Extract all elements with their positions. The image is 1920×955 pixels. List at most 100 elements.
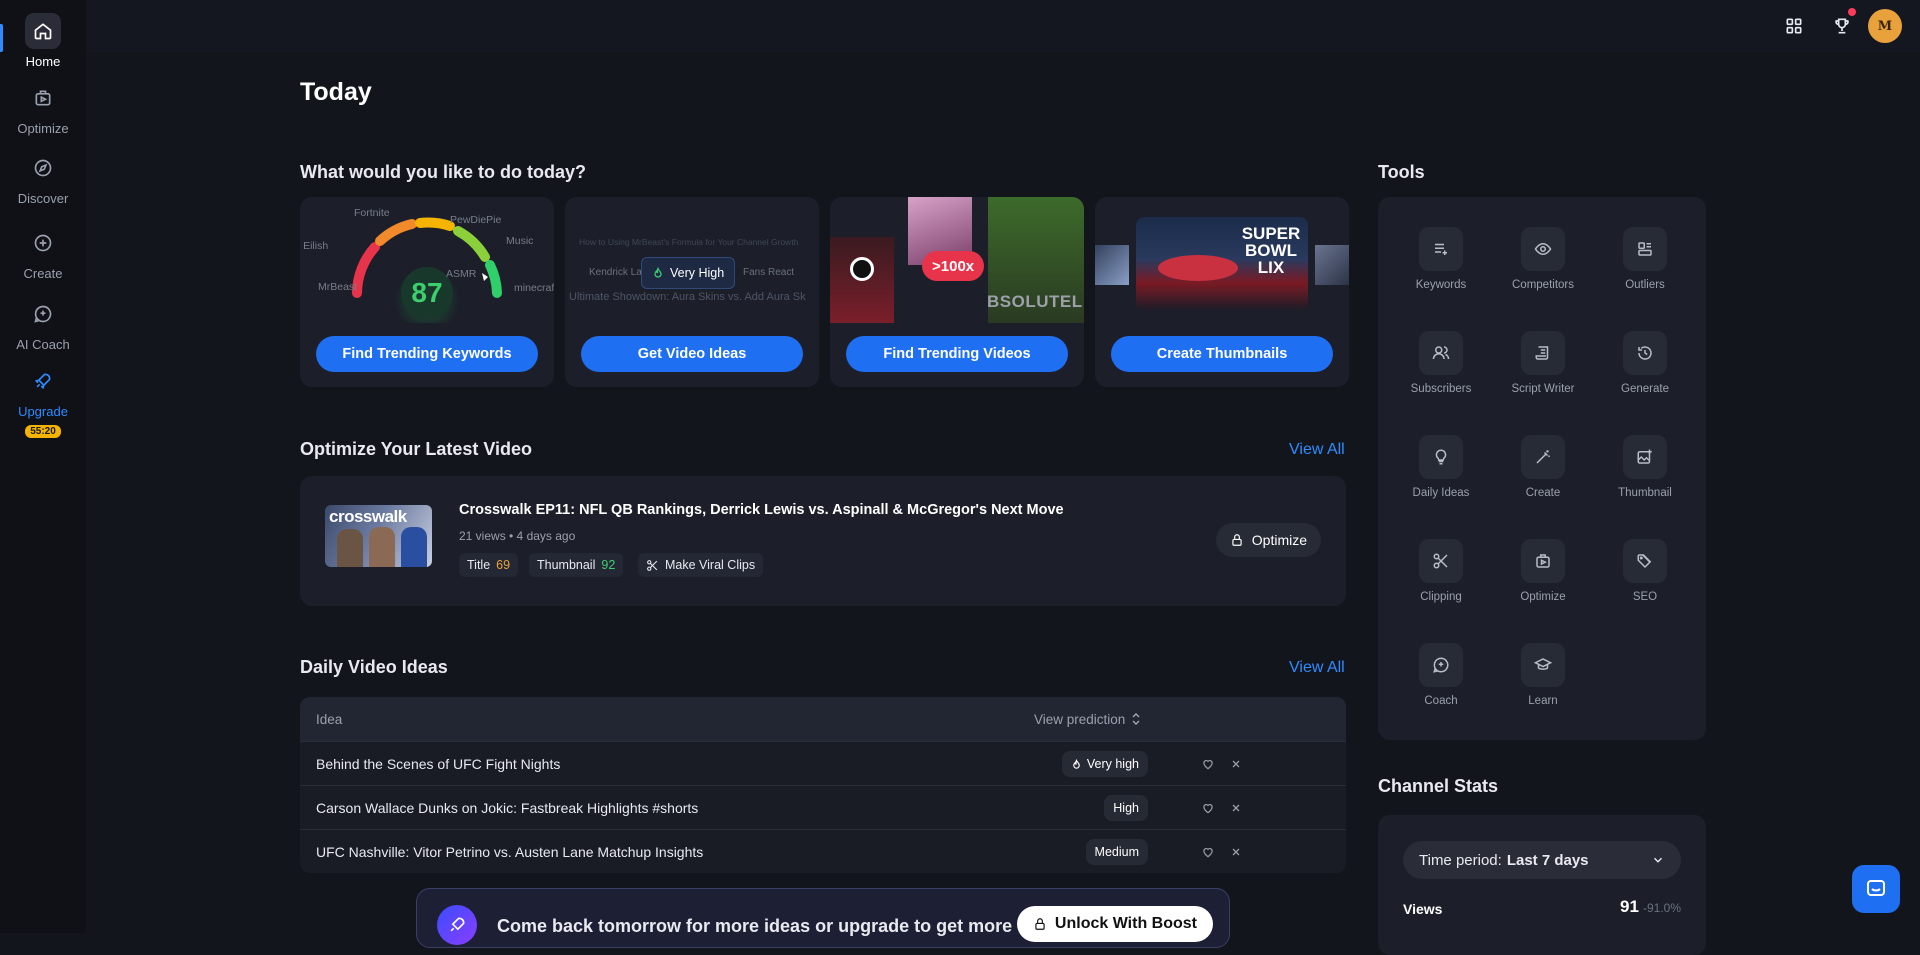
keyword-label: ASMR — [446, 268, 477, 280]
chat-support-button[interactable] — [1852, 865, 1900, 913]
sidebar-item-label: Discover — [17, 191, 69, 206]
tool-label: SEO — [1632, 591, 1658, 603]
tool-script-writer[interactable]: Script Writer — [1498, 331, 1588, 395]
tool-thumbnail[interactable]: Thumbnail — [1600, 435, 1690, 499]
tool-learn[interactable]: Learn — [1498, 643, 1588, 707]
sidebar-item-label: Create — [23, 266, 63, 281]
prediction-label: Very high — [1086, 757, 1139, 771]
stadium-shape — [1158, 255, 1238, 281]
lock-icon — [1232, 534, 1242, 546]
tool-seo[interactable]: SEO — [1600, 539, 1690, 603]
daily-ideas-title: Daily Video Ideas — [300, 657, 448, 677]
dismiss-icon[interactable] — [1226, 842, 1246, 862]
table-row[interactable]: Carson Wallace Dunks on Jokic: Fastbreak… — [300, 785, 1346, 829]
dismiss-icon[interactable] — [1226, 754, 1246, 774]
tool-daily-ideas[interactable]: Daily Ideas — [1396, 435, 1486, 499]
tool-outliers[interactable]: Outliers — [1600, 227, 1690, 291]
latest-video-card: crosswalk Crosswalk EP11: NFL QB Ranking… — [300, 476, 1346, 606]
prediction-badge: Medium — [1085, 839, 1148, 865]
tool-keywords[interactable]: Keywords — [1396, 227, 1486, 291]
channel-stats-title: Channel Stats — [1378, 776, 1499, 796]
actions-title: What would you like to do today? — [300, 162, 586, 182]
sidebar-item-ai-coach[interactable]: AI Coach — [0, 296, 86, 352]
tool-coach[interactable]: Coach — [1396, 643, 1486, 707]
sidebar-item-label: Home — [25, 54, 61, 69]
optimize-video-button[interactable]: Optimize — [1215, 523, 1321, 557]
create-thumbnails-button[interactable]: Create Thumbnails — [1111, 336, 1333, 372]
view-prediction-header[interactable]: View prediction — [1034, 697, 1141, 741]
find-trending-videos-button[interactable]: Find Trending Videos — [846, 336, 1068, 372]
unlock-with-boost-button[interactable]: Unlock With Boost — [1016, 906, 1213, 942]
sidebar-item-upgrade[interactable]: Upgrade 55:20 — [0, 363, 86, 438]
optimize-icon — [1521, 539, 1565, 583]
table-row[interactable]: UFC Nashville: Vitor Petrino vs. Austen … — [300, 829, 1346, 873]
make-viral-clips-chip[interactable]: Make Viral Clips — [638, 553, 764, 577]
thumbnail-score: 92 — [601, 558, 616, 572]
time-period-select[interactable]: Time period: Last 7 days — [1403, 841, 1681, 879]
trophy-icon[interactable] — [1828, 12, 1856, 40]
table-header: Idea View prediction — [300, 697, 1346, 741]
tool-label: Daily Ideas — [1412, 487, 1470, 499]
grid-icon[interactable] — [1780, 12, 1808, 40]
find-trending-keywords-button[interactable]: Find Trending Keywords — [316, 336, 538, 372]
tool-create[interactable]: Create — [1498, 435, 1588, 499]
chip-label: Make Viral Clips — [665, 558, 756, 572]
idea-text: Behind the Scenes of UFC Fight Nights — [316, 755, 561, 772]
tool-clipping[interactable]: Clipping — [1396, 539, 1486, 603]
idea-snippet: Ultimate Showdown: Aura Skins vs. Add Au… — [569, 291, 806, 303]
idea-column-header: Idea — [316, 711, 343, 727]
tool-optimize[interactable]: Optimize — [1498, 539, 1588, 603]
views-label: Views — [1403, 901, 1443, 917]
tool-competitors[interactable]: Competitors — [1498, 227, 1588, 291]
scissors-icon — [647, 559, 658, 571]
users-icon — [1419, 331, 1463, 375]
sidebar-item-label: Upgrade — [18, 404, 68, 419]
tool-generate[interactable]: Generate — [1600, 331, 1690, 395]
period-label: Time period: — [1419, 851, 1502, 869]
sidebar-item-label: Optimize — [17, 121, 69, 136]
image-plus-icon — [1623, 435, 1667, 479]
title-score-chip: Title 69 — [459, 553, 519, 577]
tool-label: Create — [1525, 487, 1561, 499]
outliers-icon — [1623, 227, 1667, 271]
home-icon — [25, 13, 61, 49]
side-thumbnail — [1095, 245, 1129, 285]
flame-icon — [1073, 758, 1080, 769]
video-title[interactable]: Crosswalk EP11: NFL QB Rankings, Derrick… — [459, 502, 1064, 518]
notification-dot — [1848, 8, 1856, 16]
table-row[interactable]: Behind the Scenes of UFC Fight Nights Ve… — [300, 741, 1346, 785]
rocket-icon — [25, 363, 61, 399]
boost-text: Come back tomorrow for more ideas or upg… — [497, 916, 1013, 936]
heart-icon[interactable] — [1198, 842, 1218, 862]
idea-text: Carson Wallace Dunks on Jokic: Fastbreak… — [316, 799, 699, 816]
thumbnails-card: SUPER BOWL LIX Create Thumbnails — [1095, 197, 1349, 387]
thumb-figure — [369, 527, 395, 567]
get-video-ideas-button[interactable]: Get Video Ideas — [581, 336, 803, 372]
dismiss-icon[interactable] — [1226, 798, 1246, 818]
ideas-view-all-link[interactable]: View All — [1289, 659, 1345, 677]
latest-video-title: Optimize Your Latest Video — [300, 439, 533, 459]
lock-icon — [1035, 918, 1045, 930]
chip-label: Title — [467, 558, 491, 572]
avatar[interactable]: M — [1868, 9, 1902, 43]
sidebar-item-discover[interactable]: Discover — [0, 150, 86, 206]
keyword-label: MrBeast — [318, 281, 358, 293]
sidebar-item-optimize[interactable]: Optimize — [0, 80, 86, 136]
heart-icon[interactable] — [1198, 754, 1218, 774]
latest-view-all-link[interactable]: View All — [1289, 441, 1345, 459]
prediction-label: Medium — [1094, 845, 1139, 859]
trending-keywords-card: 87 Fortnite MrBeast Billie Eilish ASMR P… — [300, 197, 554, 387]
views-change: -91.0% — [1642, 901, 1681, 915]
video-thumbnail[interactable]: crosswalk — [325, 505, 432, 567]
heart-icon[interactable] — [1198, 798, 1218, 818]
keyword-label: Fortnite — [354, 207, 390, 219]
period-value: Last 7 days — [1506, 851, 1589, 869]
tool-subscribers[interactable]: Subscribers — [1396, 331, 1486, 395]
sidebar-item-create[interactable]: Create — [0, 225, 86, 281]
main-thumbnail: SUPER BOWL LIX — [1136, 217, 1308, 311]
page-title: Today — [300, 78, 372, 106]
tool-label: Thumbnail — [1618, 487, 1672, 499]
side-thumbnail — [1315, 245, 1349, 285]
tools-panel: Keywords Competitors Outliers Subscriber… — [1378, 197, 1706, 740]
sidebar-item-home[interactable]: Home — [0, 13, 86, 69]
